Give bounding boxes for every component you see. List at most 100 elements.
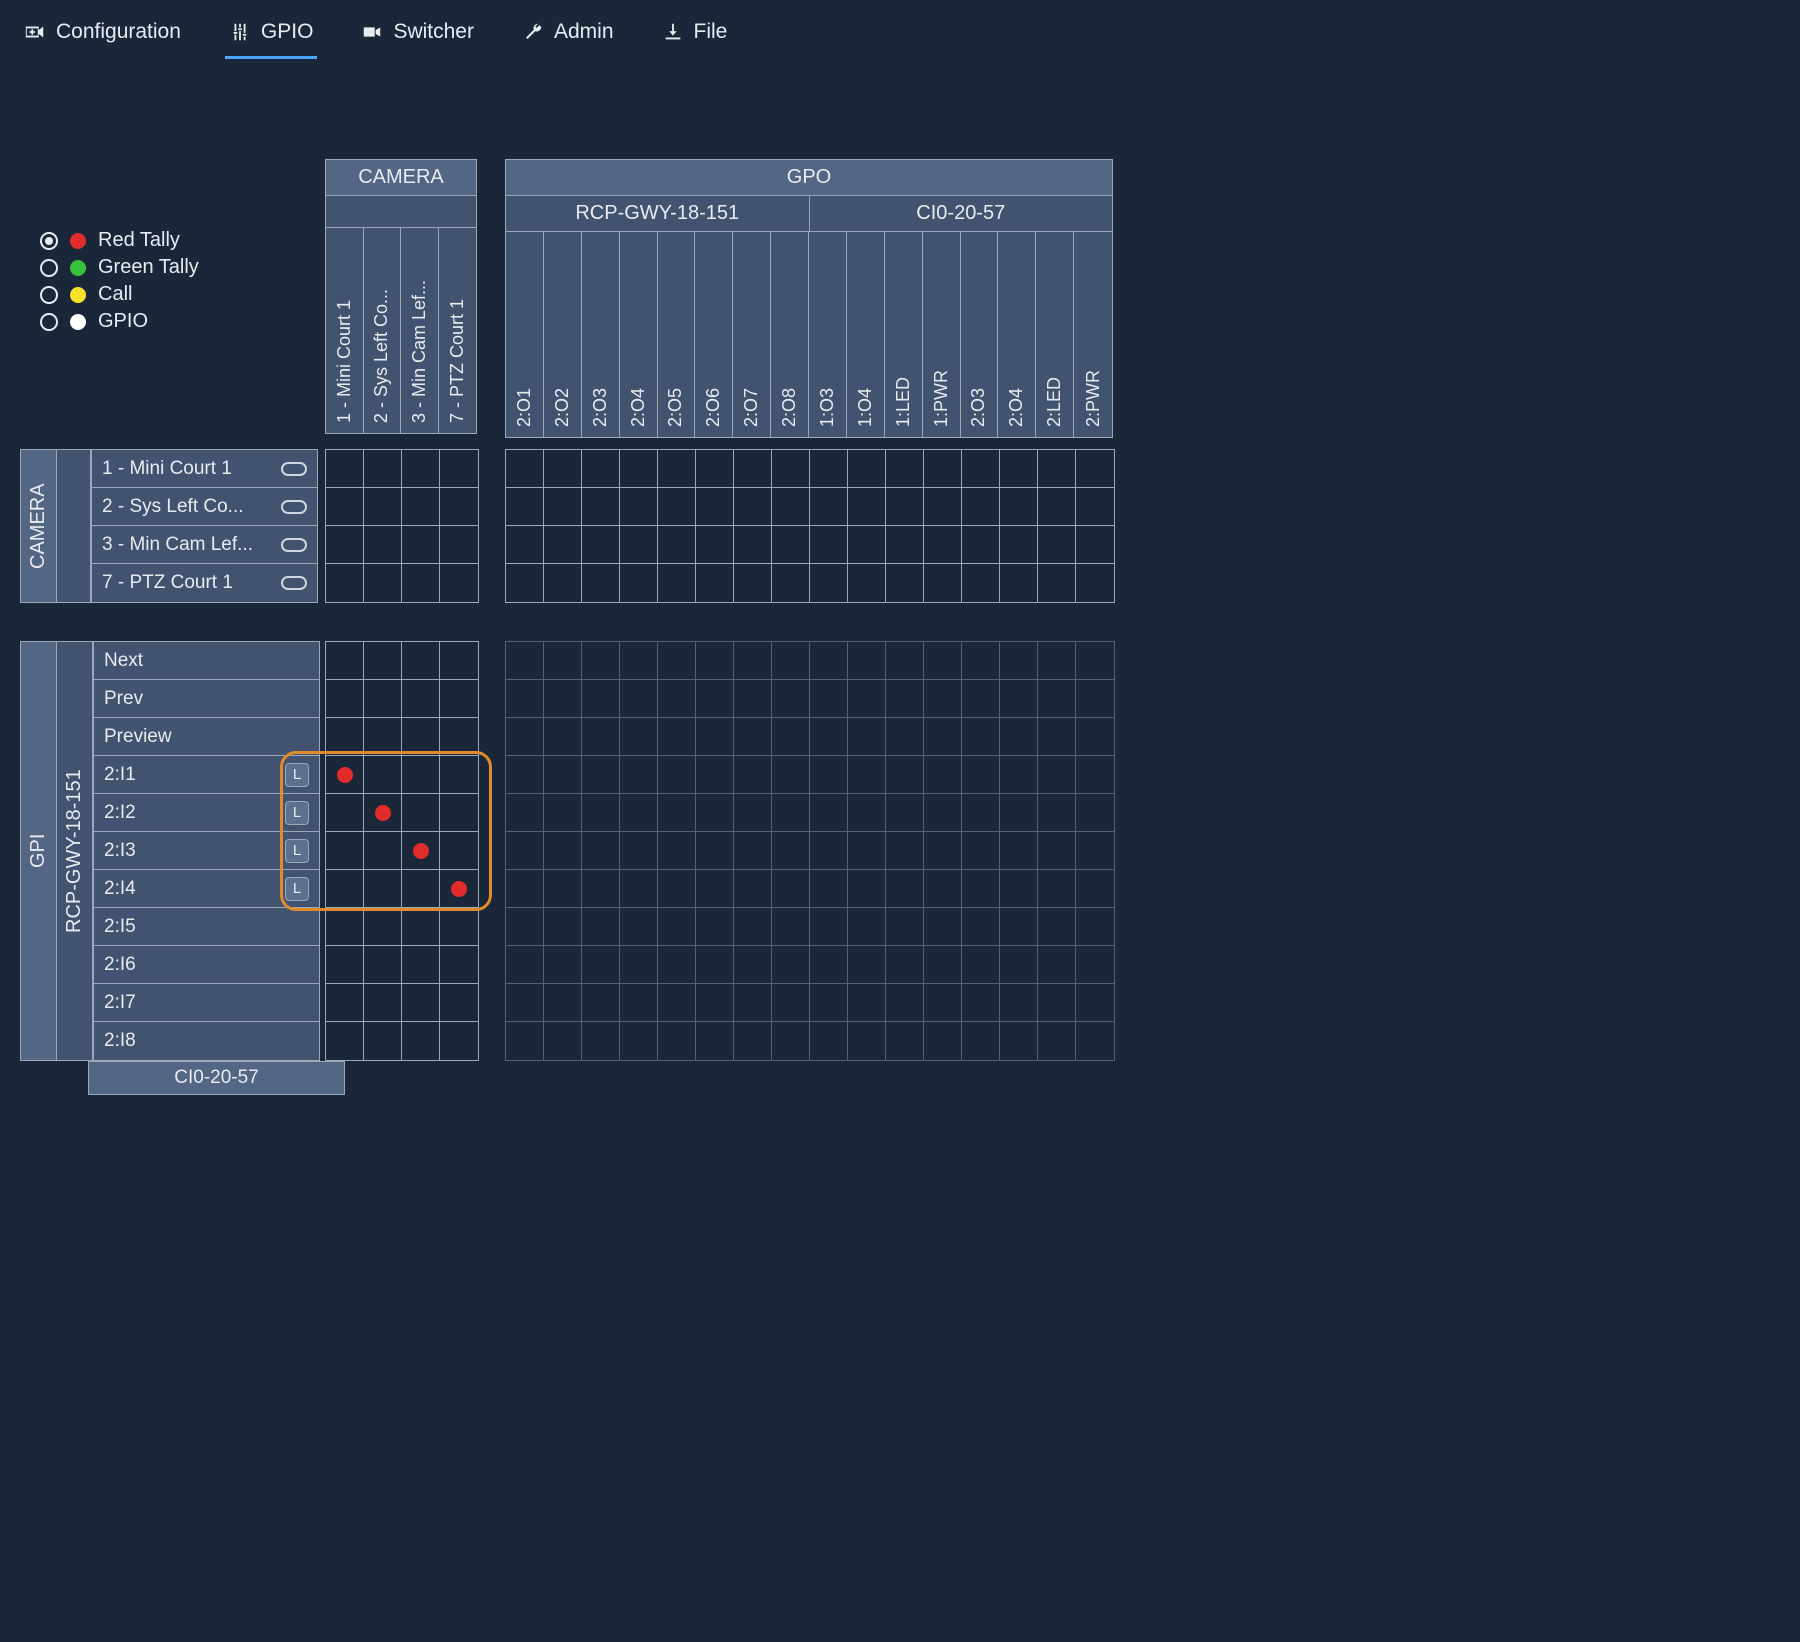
row-header[interactable]: 2:I8	[94, 1022, 319, 1060]
grid-cell[interactable]	[440, 756, 478, 793]
grid-cell[interactable]	[402, 756, 440, 793]
grid-cell[interactable]	[364, 642, 402, 679]
grid-cell[interactable]	[810, 450, 848, 487]
grid-cell[interactable]	[440, 564, 478, 602]
grid-cell[interactable]	[772, 488, 810, 525]
grid-cell[interactable]	[326, 908, 364, 945]
column-header[interactable]: 2 - Sys Left Co...	[364, 228, 402, 433]
grid-cell[interactable]	[734, 488, 772, 525]
gpi-device-tab[interactable]: CI0-20-57	[88, 1061, 345, 1095]
grid-cell[interactable]	[440, 832, 478, 869]
grid-cell[interactable]	[1076, 488, 1114, 525]
grid-cell[interactable]	[402, 908, 440, 945]
latch-indicator[interactable]: L	[285, 763, 309, 787]
grid-cell[interactable]	[364, 908, 402, 945]
grid-cell[interactable]	[326, 642, 364, 679]
grid-cell[interactable]	[924, 488, 962, 525]
grid-cell[interactable]	[886, 564, 924, 602]
grid-cell[interactable]	[544, 450, 582, 487]
grid-cell[interactable]	[326, 526, 364, 563]
row-header[interactable]: 2:I6	[94, 946, 319, 984]
grid-cell[interactable]	[440, 718, 478, 755]
legend-option-gpio[interactable]: GPIO	[40, 310, 199, 333]
grid-cell[interactable]	[810, 488, 848, 525]
column-header[interactable]: 2:O4	[620, 232, 658, 437]
grid-cell[interactable]	[440, 870, 478, 907]
grid-cell[interactable]	[364, 718, 402, 755]
grid-cell[interactable]	[886, 488, 924, 525]
grid-cell[interactable]	[848, 564, 886, 602]
grid-cell[interactable]	[402, 718, 440, 755]
grid-cell[interactable]	[924, 526, 962, 563]
grid-cell[interactable]	[440, 946, 478, 983]
grid-cell[interactable]	[696, 450, 734, 487]
grid-cell[interactable]	[364, 680, 402, 717]
grid-cell[interactable]	[440, 488, 478, 525]
grid-cell[interactable]	[962, 450, 1000, 487]
column-header[interactable]: 2:O6	[695, 232, 733, 437]
grid-cell[interactable]	[772, 564, 810, 602]
row-header[interactable]: 2:I7	[94, 984, 319, 1022]
column-header[interactable]: 3 - Min Cam Lef...	[401, 228, 439, 433]
grid-cell[interactable]	[1038, 488, 1076, 525]
grid-cell[interactable]	[402, 450, 440, 487]
grid-cell[interactable]	[1038, 564, 1076, 602]
latch-indicator[interactable]: L	[285, 801, 309, 825]
grid-cell[interactable]	[772, 450, 810, 487]
column-header[interactable]: 2:O3	[961, 232, 999, 437]
grid-cell[interactable]	[364, 946, 402, 983]
grid-cell[interactable]	[962, 564, 1000, 602]
column-header[interactable]: 1:O3	[809, 232, 847, 437]
grid-cell[interactable]	[364, 1022, 402, 1060]
grid-cell[interactable]	[696, 564, 734, 602]
grid-cell[interactable]	[440, 642, 478, 679]
grid-cell[interactable]	[658, 526, 696, 563]
row-header[interactable]: 2:I4L	[94, 870, 319, 908]
grid-cell[interactable]	[364, 488, 402, 525]
column-header[interactable]: 2:LED	[1036, 232, 1074, 437]
grid-cell[interactable]	[506, 526, 544, 563]
grid-cell[interactable]	[1000, 564, 1038, 602]
grid-cell[interactable]	[402, 946, 440, 983]
grid-cell[interactable]	[364, 832, 402, 869]
grid-cell[interactable]	[364, 450, 402, 487]
grid-cell[interactable]	[440, 680, 478, 717]
row-header[interactable]: 7 - PTZ Court 1	[92, 564, 317, 602]
grid-cell[interactable]	[402, 642, 440, 679]
nav-item-admin[interactable]: Admin	[518, 10, 618, 59]
row-header[interactable]: 2:I1L	[94, 756, 319, 794]
grid-cell[interactable]	[440, 526, 478, 563]
row-header[interactable]: Next	[94, 642, 319, 680]
row-header[interactable]: 2 - Sys Left Co...	[92, 488, 317, 526]
grid-cell[interactable]	[326, 488, 364, 525]
grid-cell[interactable]	[810, 526, 848, 563]
grid-cell[interactable]	[440, 450, 478, 487]
grid-cell[interactable]	[658, 488, 696, 525]
grid-cell[interactable]	[440, 984, 478, 1021]
grid-cell[interactable]	[1000, 526, 1038, 563]
column-header[interactable]: 2:O7	[733, 232, 771, 437]
grid-cell[interactable]	[402, 832, 440, 869]
grid-cell[interactable]	[326, 946, 364, 983]
grid-cell[interactable]	[658, 564, 696, 602]
grid-cell[interactable]	[620, 564, 658, 602]
grid-cell[interactable]	[440, 1022, 478, 1060]
grid-cell[interactable]	[402, 794, 440, 831]
grid-cell[interactable]	[886, 526, 924, 563]
grid-cell[interactable]	[506, 488, 544, 525]
grid-cell[interactable]	[848, 526, 886, 563]
column-header[interactable]: 1:O4	[847, 232, 885, 437]
legend-option-red-tally[interactable]: Red Tally	[40, 229, 199, 252]
grid-cell[interactable]	[402, 564, 440, 602]
grid-cell[interactable]	[962, 488, 1000, 525]
legend-option-green-tally[interactable]: Green Tally	[40, 256, 199, 279]
grid-cell[interactable]	[696, 488, 734, 525]
grid-cell[interactable]	[924, 564, 962, 602]
grid-cell[interactable]	[326, 718, 364, 755]
grid-cell[interactable]	[1038, 450, 1076, 487]
grid-cell[interactable]	[326, 450, 364, 487]
grid-cell[interactable]	[734, 526, 772, 563]
grid-cell[interactable]	[1076, 526, 1114, 563]
grid-cell[interactable]	[326, 680, 364, 717]
grid-cell[interactable]	[364, 794, 402, 831]
